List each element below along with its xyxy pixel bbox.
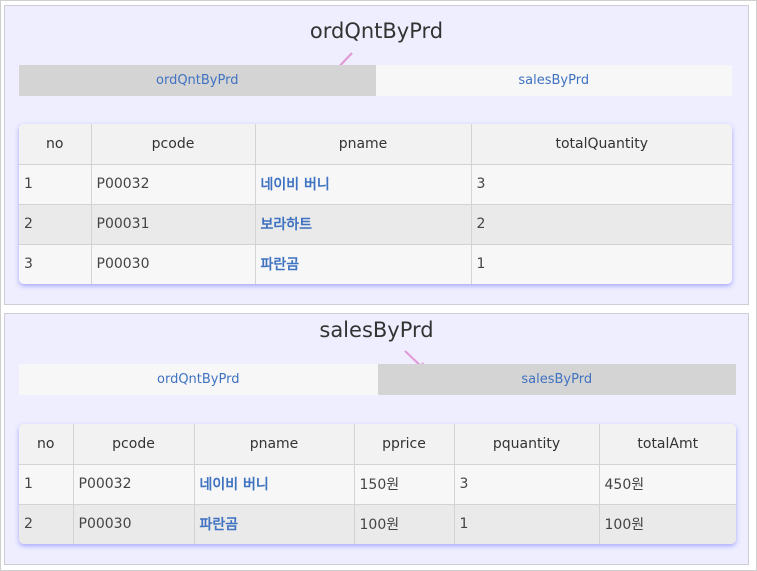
column-header-pquantity: pquantity (453, 424, 600, 465)
cell-pquantity: 3 (453, 463, 600, 505)
salesbyprd-page-title: salesByPrd (319, 318, 434, 342)
product-name-link[interactable]: 보라하트 (254, 203, 472, 245)
product-name-link[interactable]: 파란곰 (193, 503, 355, 544)
cell-no: 1 (19, 463, 74, 505)
cell-no: 2 (19, 203, 92, 245)
cell-totalquantity: 1 (470, 243, 732, 284)
salesbyprd-tab-bar: ordQntByPrd salesByPrd (19, 364, 736, 395)
column-header-totalquantity: totalQuantity (470, 124, 732, 165)
cell-totalamt: 100원 (598, 503, 736, 544)
column-header-no: no (19, 424, 74, 465)
cell-totalquantity: 3 (470, 163, 732, 205)
table-row: 2 P00031 보라하트 2 (19, 203, 732, 245)
ordqnt-table: no pcode pname totalQuantity 1 P00032 네이… (19, 124, 732, 284)
table-row: 1 P00032 네이비 버니 150원 3 450원 (19, 463, 736, 505)
cell-pcode: P00030 (72, 503, 195, 544)
salesbyprd-table: no pcode pname pprice pquantity totalAmt… (19, 424, 736, 544)
product-name-link[interactable]: 네이비 버니 (193, 463, 355, 505)
cell-pprice: 100원 (353, 503, 455, 544)
tab-salesbyprd[interactable]: salesByPrd (375, 65, 732, 96)
cell-no: 2 (19, 503, 74, 544)
cell-totalquantity: 2 (470, 203, 732, 245)
cell-pprice: 150원 (353, 463, 455, 505)
product-name-link[interactable]: 파란곰 (254, 243, 472, 284)
tab-ordqntbyprd[interactable]: ordQntByPrd (19, 364, 378, 395)
column-header-no: no (19, 124, 92, 165)
column-header-pprice: pprice (353, 424, 455, 465)
table-row: 1 P00032 네이비 버니 3 (19, 163, 732, 205)
column-header-pname: pname (193, 424, 355, 465)
table-header-row: no pcode pname totalQuantity (19, 124, 732, 165)
cell-no: 1 (19, 163, 92, 205)
table-row: 3 P00030 파란곰 1 (19, 243, 732, 284)
cell-pcode: P00031 (90, 203, 256, 245)
cell-pcode: P00032 (72, 463, 195, 505)
product-name-link[interactable]: 네이비 버니 (254, 163, 472, 205)
ordqnt-table-container: no pcode pname totalQuantity 1 P00032 네이… (19, 124, 732, 284)
cell-pcode: P00030 (90, 243, 256, 284)
column-header-pname: pname (254, 124, 472, 165)
column-header-totalamt: totalAmt (598, 424, 736, 465)
salesbyprd-table-container: no pcode pname pprice pquantity totalAmt… (19, 424, 736, 544)
ordqnt-tab-bar: ordQntByPrd salesByPrd (19, 65, 732, 96)
ordqnt-page-title: ordQntByPrd (309, 19, 444, 43)
ordqnt-panel: ordQntByPrd ordQntByPrd salesByPrd no pc… (4, 5, 749, 305)
tab-ordqntbyprd[interactable]: ordQntByPrd (19, 65, 376, 96)
table-header-row: no pcode pname pprice pquantity totalAmt (19, 424, 736, 465)
salesbyprd-panel: salesByPrd ordQntByPrd salesByPrd no pco… (4, 313, 749, 565)
cell-no: 3 (19, 243, 92, 284)
cell-pquantity: 1 (453, 503, 600, 544)
table-row: 2 P00030 파란곰 100원 1 100원 (19, 503, 736, 544)
tab-salesbyprd[interactable]: salesByPrd (377, 364, 736, 395)
column-header-pcode: pcode (72, 424, 195, 465)
cell-pcode: P00032 (90, 163, 256, 205)
column-header-pcode: pcode (90, 124, 256, 165)
cell-totalamt: 450원 (598, 463, 736, 505)
